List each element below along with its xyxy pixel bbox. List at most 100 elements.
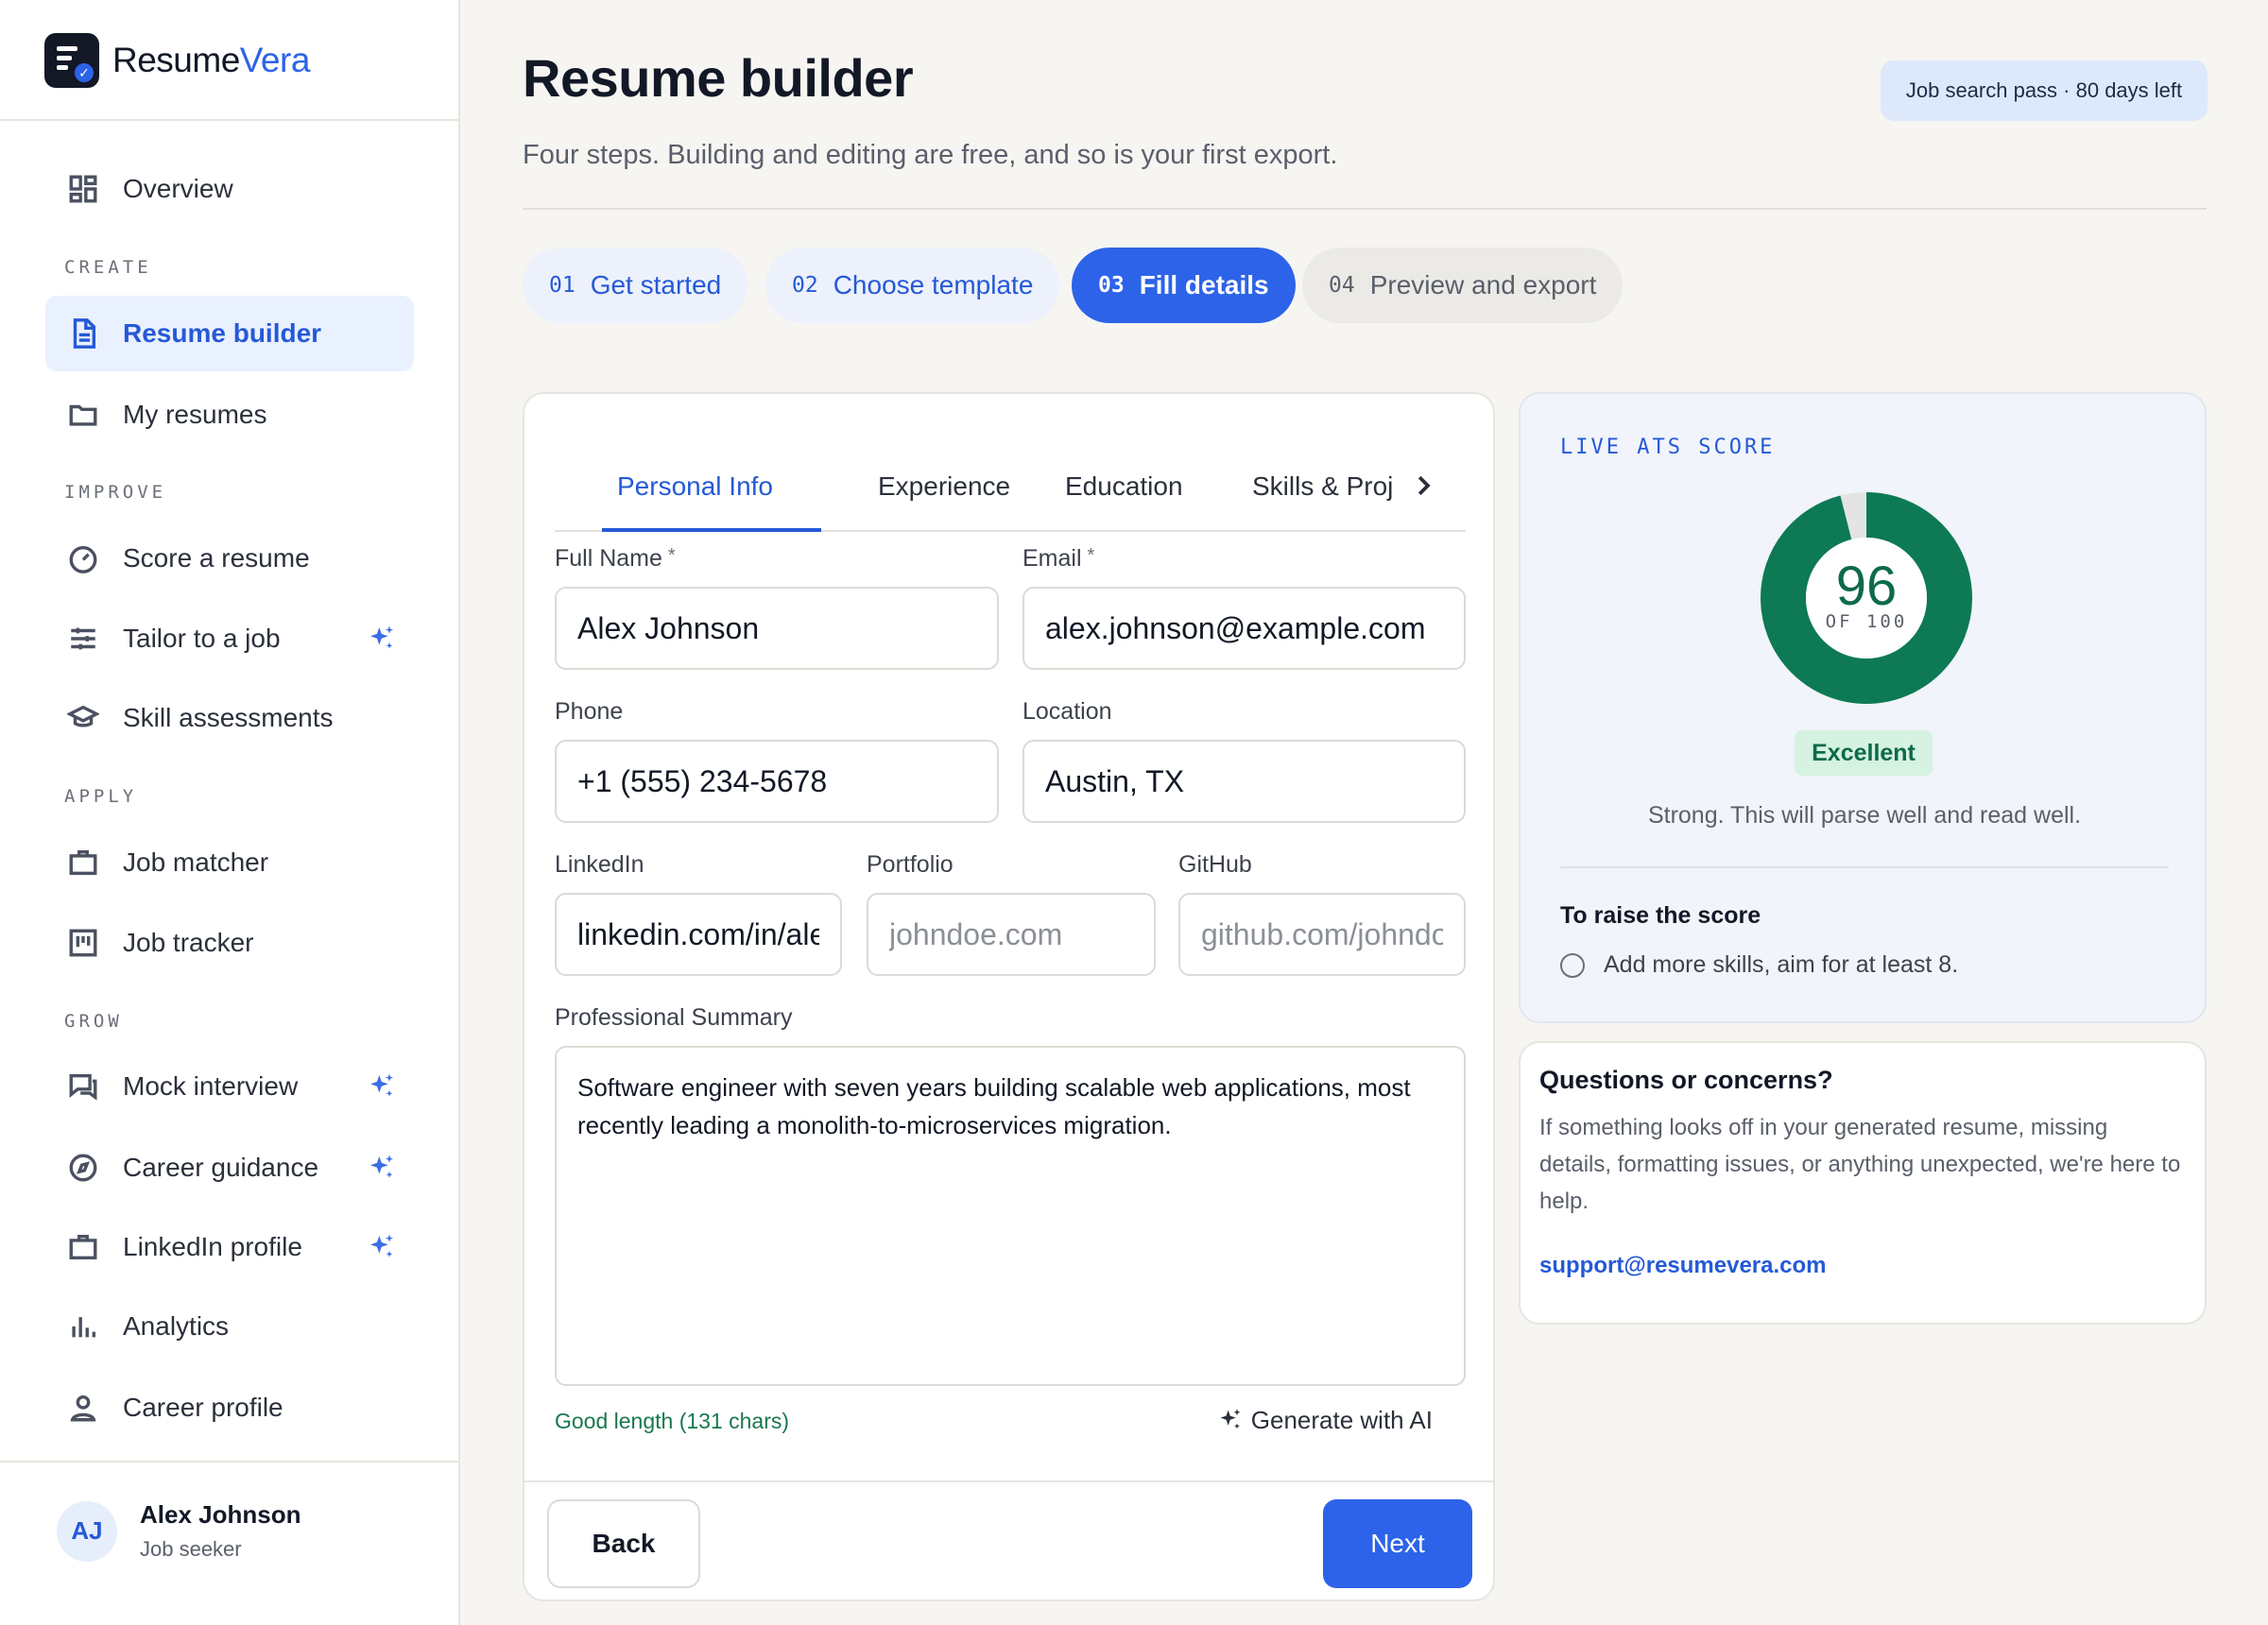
- sidebar-item-resume-builder[interactable]: Resume builder: [45, 296, 414, 371]
- tab-education[interactable]: Education: [1065, 441, 1183, 532]
- linkedin-input[interactable]: [555, 893, 842, 976]
- step-number: 01: [549, 273, 576, 298]
- portfolio-label: Portfolio: [867, 851, 954, 878]
- sidebar-item-label: Job matcher: [123, 847, 269, 877]
- sidebar-item-skill-assessments[interactable]: Skill assessments: [45, 680, 414, 756]
- folder-icon: [66, 398, 100, 432]
- brand[interactable]: ✓ ResumeVera: [44, 32, 310, 89]
- generate-with-ai-label: Generate with AI: [1250, 1405, 1433, 1434]
- brand-name: ResumeVera: [112, 41, 310, 79]
- email-input[interactable]: [1022, 587, 1466, 670]
- sidebar-item-job-matcher[interactable]: Job matcher: [45, 825, 414, 900]
- header-divider: [523, 208, 2207, 210]
- tab-personal-info[interactable]: Personal Info: [617, 441, 773, 532]
- ats-score-value: 96: [1835, 556, 1898, 617]
- sliders-icon: [66, 622, 100, 656]
- chevron-right-icon[interactable]: [1409, 471, 1437, 500]
- avatar: AJ: [57, 1500, 117, 1562]
- kanban-icon: [66, 926, 100, 960]
- page-title: Resume builder: [523, 48, 914, 108]
- sidebar-item-my-resumes[interactable]: My resumes: [45, 377, 414, 453]
- graduation-cap-icon: [66, 701, 100, 735]
- github-label: GitHub: [1178, 851, 1252, 878]
- summary-length-hint: Good length (131 chars): [555, 1409, 790, 1433]
- sparkle-icon: [367, 1232, 397, 1262]
- checkbox-circle-icon[interactable]: [1560, 952, 1585, 978]
- compass-icon: [66, 1151, 100, 1185]
- section-label-apply: APPLY: [64, 786, 138, 807]
- full-name-label: Full Name *: [555, 545, 676, 572]
- github-input[interactable]: [1178, 893, 1466, 976]
- user-profile[interactable]: AJ Alex Johnson Job seeker: [57, 1500, 301, 1562]
- sparkle-icon: [367, 624, 397, 654]
- section-label-improve: IMPROVE: [64, 482, 167, 503]
- sidebar-item-label: My resumes: [123, 400, 267, 429]
- linkedin-label: LinkedIn: [555, 851, 644, 878]
- phone-label: Phone: [555, 698, 624, 725]
- generate-with-ai-button[interactable]: Generate with AI: [1217, 1401, 1433, 1439]
- step-number: 03: [1098, 273, 1125, 298]
- raise-score-item[interactable]: Add more skills, aim for at least 8.: [1560, 951, 1958, 979]
- phone-input[interactable]: [555, 740, 999, 823]
- sidebar-item-label: Resume builder: [123, 318, 322, 348]
- next-button[interactable]: Next: [1323, 1499, 1472, 1588]
- job-search-pass-badge[interactable]: Job search pass · 80 days left: [1881, 60, 2208, 121]
- sidebar-item-career-profile[interactable]: Career profile: [45, 1370, 414, 1445]
- step-number: 02: [792, 273, 818, 298]
- ats-score-max: OF 100: [1825, 611, 1908, 632]
- user-icon: [66, 1391, 100, 1425]
- details-form-card: Personal Info Experience Education Skill…: [523, 392, 1495, 1601]
- sidebar-item-label: Skill assessments: [123, 703, 334, 732]
- sidebar-item-score-a-resume[interactable]: Score a resume: [45, 521, 414, 596]
- sidebar-item-label: Overview: [123, 174, 233, 203]
- sidebar-item-label: Mock interview: [123, 1071, 299, 1101]
- details-tabs: Personal Info Experience Education Skill…: [555, 441, 1466, 532]
- sparkle-icon: [367, 1153, 397, 1183]
- sparkle-icon: [1220, 1409, 1241, 1429]
- sidebar-item-job-tracker[interactable]: Job tracker: [45, 905, 414, 981]
- sidebar-divider: [0, 119, 460, 121]
- portfolio-input[interactable]: [867, 893, 1156, 976]
- section-label-create: CREATE: [64, 257, 152, 278]
- step-preview-and-export[interactable]: 04 Preview and export: [1302, 248, 1624, 323]
- sidebar-item-label: Analytics: [123, 1311, 230, 1341]
- user-role: Job seeker: [140, 1537, 242, 1561]
- sidebar-item-tailor-to-a-job[interactable]: Tailor to a job: [45, 601, 414, 676]
- step-label: Get started: [590, 270, 722, 299]
- raise-score-title: To raise the score: [1560, 902, 1761, 929]
- back-button[interactable]: Back: [547, 1499, 700, 1588]
- section-label-grow: GROW: [64, 1011, 123, 1032]
- ats-description: Strong. This will parse well and read we…: [1647, 802, 2082, 829]
- briefcase-icon: [66, 1230, 100, 1264]
- active-tab-indicator: [602, 528, 821, 532]
- sidebar-item-analytics[interactable]: Analytics: [45, 1289, 414, 1364]
- sidebar-item-label: Career guidance: [123, 1153, 319, 1182]
- professional-summary-textarea[interactable]: Software engineer with seven years build…: [555, 1046, 1466, 1386]
- sidebar-item-label: LinkedIn profile: [123, 1232, 302, 1261]
- support-email-link[interactable]: support@resumevera.com: [1539, 1253, 1827, 1279]
- sidebar-item-mock-interview[interactable]: Mock interview: [45, 1049, 414, 1124]
- location-input[interactable]: [1022, 740, 1466, 823]
- chat-icon: [66, 1069, 100, 1103]
- help-title: Questions or concerns?: [1539, 1066, 1833, 1094]
- step-choose-template[interactable]: 02 Choose template: [765, 248, 1060, 323]
- help-text: If something looks off in your generated…: [1539, 1115, 2181, 1214]
- sidebar-item-linkedin-profile[interactable]: LinkedIn profile: [45, 1209, 414, 1285]
- sidebar-item-career-guidance[interactable]: Career guidance: [45, 1130, 414, 1206]
- step-label: Preview and export: [1369, 270, 1597, 299]
- sidebar-item-label: Career profile: [123, 1393, 284, 1422]
- tab-skills-projects[interactable]: Skills & Proj: [1252, 441, 1393, 532]
- step-label: Choose template: [833, 270, 1034, 299]
- full-name-input[interactable]: [555, 587, 999, 670]
- document-icon: [66, 316, 100, 351]
- bar-chart-icon: [66, 1309, 100, 1343]
- sidebar-item-overview[interactable]: Overview: [45, 151, 414, 227]
- brand-logo-icon: ✓: [44, 33, 99, 88]
- page-subtitle: Four steps. Building and editing are fre…: [523, 140, 1338, 170]
- tab-experience[interactable]: Experience: [878, 441, 1010, 532]
- step-fill-details[interactable]: 03 Fill details: [1072, 248, 1296, 323]
- raise-score-item-label: Add more skills, aim for at least 8.: [1604, 951, 1959, 978]
- sidebar-item-label: Score a resume: [123, 543, 310, 573]
- sidebar: ✓ ResumeVera Overview CREATE Resume buil…: [0, 0, 460, 1625]
- step-get-started[interactable]: 01 Get started: [523, 248, 748, 323]
